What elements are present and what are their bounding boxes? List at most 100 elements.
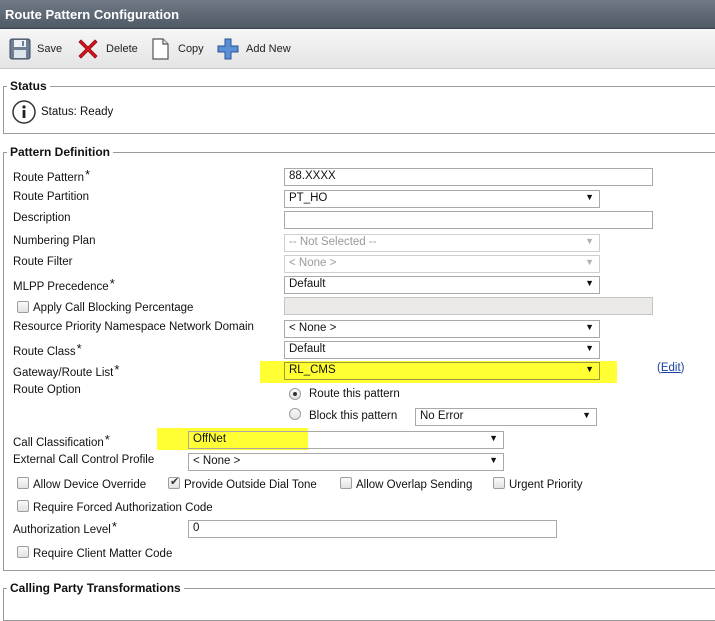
toolbar: Save Delete Copy Add New [0, 29, 715, 69]
description-label: Description [13, 212, 71, 224]
route-filter-label: Route Filter [13, 256, 73, 268]
numbering-plan-select: -- Not Selected -- ▼ [284, 234, 600, 252]
dropdown-arrow-icon: ▼ [585, 322, 594, 332]
urgent-priority-label: Urgent Priority [509, 479, 583, 491]
required-marker: * [84, 167, 91, 182]
dropdown-arrow-icon: ▼ [585, 257, 594, 267]
delete-button[interactable]: Delete [76, 37, 138, 61]
route-pattern-label: Route Pattern* [13, 167, 90, 184]
route-filter-value: < None > [289, 257, 337, 269]
block-this-pattern-radio[interactable] [289, 408, 301, 420]
provide-outside-dial-tone-checkbox[interactable] [168, 475, 180, 489]
mlpp-select[interactable]: Default ▼ [284, 276, 600, 294]
auth-level-input[interactable]: 0 [188, 520, 557, 538]
required-marker: * [109, 276, 115, 291]
route-partition-value: PT_HO [289, 192, 328, 204]
auth-level-label: Authorization Level* [13, 519, 117, 536]
mlpp-label: MLPP Precedence* [13, 276, 115, 293]
rpnd-label: Resource Priority Namespace Network Doma… [13, 321, 254, 333]
numbering-plan-label: Numbering Plan [13, 235, 96, 247]
dropdown-arrow-icon: ▼ [585, 192, 594, 202]
required-marker: * [104, 432, 110, 447]
route-pattern-label-text: Route Pattern [13, 172, 84, 184]
add-new-label: Add New [246, 43, 291, 55]
delete-label: Delete [106, 43, 138, 55]
require-fac-checkbox[interactable] [17, 500, 29, 512]
required-marker: * [114, 362, 120, 377]
route-option-label: Route Option [13, 384, 81, 396]
call-classification-value: OffNet [193, 433, 227, 445]
route-class-select[interactable]: Default ▼ [284, 341, 600, 359]
route-this-pattern-label: Route this pattern [309, 388, 400, 400]
dropdown-arrow-icon: ▼ [582, 410, 591, 420]
pattern-definition-legend: Pattern Definition [10, 145, 111, 159]
status-legend: Status [10, 79, 47, 93]
route-pattern-input[interactable]: 88.XXXX [284, 168, 653, 186]
copy-button[interactable]: Copy [150, 37, 204, 61]
allow-device-override-label: Allow Device Override [33, 479, 147, 491]
route-class-value: Default [289, 343, 326, 355]
dropdown-arrow-icon: ▼ [585, 343, 594, 353]
save-button[interactable]: Save [9, 37, 62, 61]
route-class-label-text: Route Class [13, 346, 76, 358]
auth-level-label-text: Authorization Level [13, 524, 111, 536]
call-blocking-label: Apply Call Blocking Percentage [33, 302, 194, 314]
require-fac-label: Require Forced Authorization Code [33, 502, 213, 514]
rpnd-value: < None > [289, 322, 337, 334]
required-marker: * [76, 341, 82, 356]
route-class-label: Route Class* [13, 341, 82, 358]
ext-call-control-value: < None > [193, 455, 241, 467]
calling-party-section: Calling Party Transformations [3, 581, 715, 621]
allow-overlap-sending-label: Allow Overlap Sending [356, 479, 473, 491]
delete-icon [78, 39, 98, 59]
window-title: Route Pattern Configuration [0, 0, 715, 29]
dropdown-arrow-icon: ▼ [585, 278, 594, 288]
require-cmc-checkbox[interactable] [17, 546, 29, 558]
description-input[interactable] [284, 211, 653, 229]
allow-device-override-checkbox[interactable] [17, 477, 29, 489]
info-icon [12, 100, 36, 124]
call-blocking-input [284, 297, 653, 315]
call-classification-label-text: Call Classification [13, 437, 104, 449]
block-reason-value: No Error [420, 410, 464, 422]
dropdown-arrow-icon: ▼ [585, 364, 594, 374]
save-icon [9, 38, 31, 60]
block-this-pattern-label: Block this pattern [309, 410, 398, 422]
mlpp-value: Default [289, 278, 326, 290]
route-partition-label: Route Partition [13, 191, 90, 203]
allow-overlap-sending-checkbox[interactable] [340, 477, 352, 489]
urgent-priority-checkbox[interactable] [493, 477, 505, 489]
edit-link-text[interactable]: Edit [661, 362, 681, 374]
dropdown-arrow-icon: ▼ [585, 236, 594, 246]
call-classification-select[interactable]: OffNet ▼ [188, 431, 504, 449]
mlpp-label-text: MLPP Precedence [13, 281, 109, 293]
require-cmc-label: Require Client Matter Code [33, 548, 173, 560]
gateway-value: RL_CMS [289, 364, 336, 376]
add-icon [217, 38, 239, 60]
gateway-label: Gateway/Route List* [13, 362, 119, 379]
copy-label: Copy [178, 43, 204, 55]
dropdown-arrow-icon: ▼ [489, 455, 498, 465]
gateway-label-text: Gateway/Route List [13, 367, 114, 379]
edit-close-paren: ) [680, 362, 685, 374]
provide-outside-dial-tone-label: Provide Outside Dial Tone [184, 479, 317, 491]
copy-icon [152, 38, 169, 60]
ext-call-control-select[interactable]: < None > ▼ [188, 453, 504, 471]
calling-party-legend: Calling Party Transformations [10, 581, 181, 595]
call-classification-label: Call Classification* [13, 432, 110, 449]
status-text: Status: Ready [41, 106, 114, 118]
ext-call-control-label: External Call Control Profile [13, 454, 155, 466]
dropdown-arrow-icon: ▼ [489, 433, 498, 443]
gateway-select[interactable]: RL_CMS ▼ [284, 362, 600, 380]
rpnd-select[interactable]: < None > ▼ [284, 320, 600, 338]
add-new-button[interactable]: Add New [216, 37, 291, 61]
route-partition-select[interactable]: PT_HO ▼ [284, 190, 600, 208]
call-blocking-checkbox[interactable] [17, 301, 29, 313]
route-filter-select: < None > ▼ [284, 255, 600, 273]
route-this-pattern-radio[interactable] [289, 388, 301, 400]
block-reason-select[interactable]: No Error ▼ [415, 408, 597, 426]
required-marker: * [111, 519, 117, 534]
save-label: Save [37, 43, 63, 55]
gateway-edit-link[interactable]: (Edit) [657, 362, 685, 374]
numbering-plan-value: -- Not Selected -- [289, 236, 377, 248]
